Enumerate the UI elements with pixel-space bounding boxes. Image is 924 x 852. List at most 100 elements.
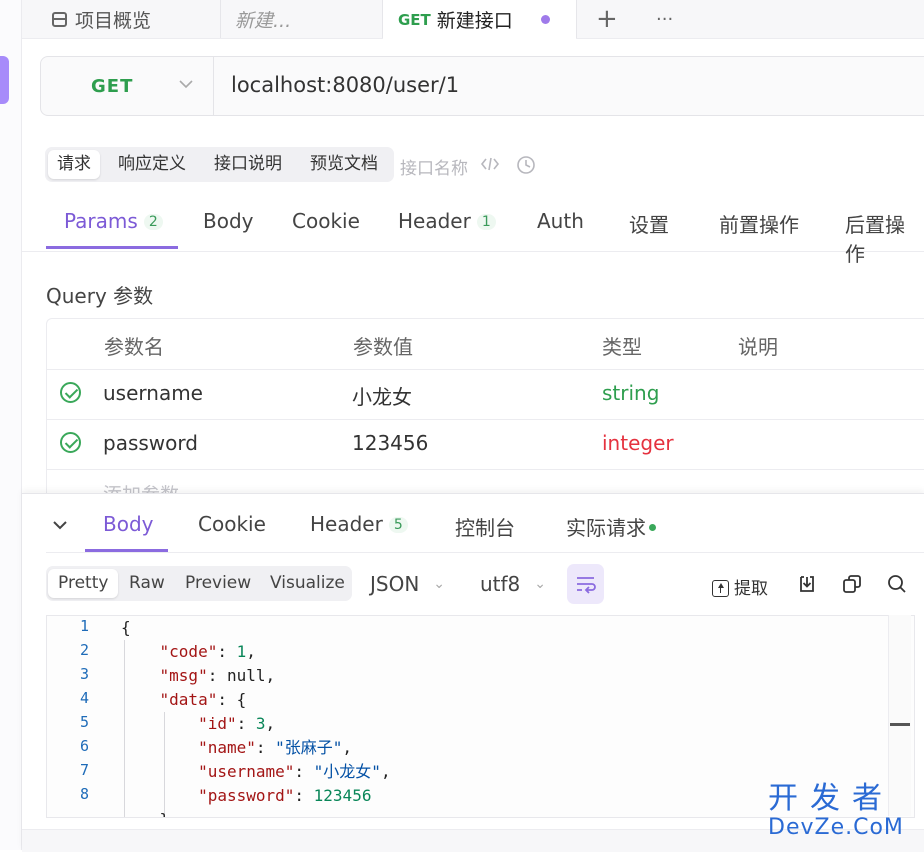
format-pretty[interactable]: Pretty — [48, 569, 119, 598]
tab-preview-doc[interactable]: 预览文档 — [301, 150, 387, 179]
line-number: 1 — [79, 617, 89, 635]
json-username-value: "小龙女" — [313, 762, 381, 781]
enabled-check-icon[interactable] — [60, 432, 81, 453]
column-header: 参数值 — [353, 335, 413, 359]
param-value[interactable]: 小龙女 — [352, 381, 412, 410]
extract-label: 提取 — [734, 579, 768, 599]
enabled-check-icon[interactable] — [60, 382, 81, 403]
column-header: 类型 — [602, 335, 642, 359]
json-name-value: "张麻子" — [275, 738, 343, 757]
column-header: 说明 — [738, 335, 778, 359]
sidebar-active-indicator[interactable] — [0, 56, 9, 104]
tab-label: 新建接口 — [436, 10, 513, 32]
chevron-down-icon[interactable] — [179, 77, 193, 93]
tab-pre-operations[interactable]: 前置操作 — [719, 209, 799, 238]
select-value: JSON — [370, 572, 420, 596]
tab-label: Header — [398, 209, 471, 233]
watermark-logo: 开发者 DevZe.CoM — [768, 782, 918, 840]
tab-settings[interactable]: 设置 — [629, 209, 669, 238]
json-id-value: 3 — [255, 714, 266, 733]
format-preview[interactable]: Preview — [175, 569, 261, 598]
url-bar: GET — [40, 56, 924, 116]
encoding-select[interactable]: utf8 ⌄ — [480, 572, 546, 596]
doc-mode-tabs: 请求 响应定义 接口说明 预览文档 — [45, 147, 394, 182]
header-count-badge: 5 — [388, 517, 408, 533]
tab-new-api[interactable]: GET 新建接口 — [383, 0, 576, 39]
line-number: 4 — [79, 689, 89, 707]
tab-auth[interactable]: Auth — [537, 209, 584, 233]
format-raw[interactable]: Raw — [119, 569, 175, 598]
column-header: 参数名 — [104, 335, 164, 359]
more-icon: ··· — [656, 8, 674, 30]
tab-response-definition[interactable]: 响应定义 — [109, 150, 195, 179]
param-name[interactable]: username — [103, 381, 203, 405]
tab-label: Header — [310, 512, 383, 536]
watermark-line2: DevZe.CoM — [768, 815, 904, 840]
query-params-title: Query 参数 — [46, 284, 154, 308]
json-msg-value: null — [226, 666, 266, 685]
response-type-select[interactable]: JSON ⌄ — [370, 572, 445, 596]
tab-response-body[interactable]: Body — [103, 512, 154, 536]
extract-button[interactable]: 提取 — [712, 574, 768, 599]
format-visualize[interactable]: Visualize — [260, 569, 355, 598]
tab-cookie[interactable]: Cookie — [292, 209, 360, 233]
tab-post-operations[interactable]: 后置操作 — [845, 209, 924, 267]
left-sidebar-strip — [0, 0, 22, 850]
search-icon[interactable] — [887, 574, 907, 598]
watermark-line1: 开发者 — [768, 781, 894, 816]
copy-icon[interactable] — [842, 574, 862, 598]
tab-label: 新建... — [235, 9, 292, 32]
active-tab-underline — [46, 246, 178, 249]
tab-header[interactable]: Header 1 — [398, 209, 496, 233]
more-tabs-button[interactable]: ··· — [656, 0, 673, 38]
tab-draft[interactable]: 新建... — [235, 0, 291, 38]
tab-api-description[interactable]: 接口说明 — [205, 150, 291, 179]
json-code-value: 1 — [236, 642, 247, 661]
tab-console[interactable]: 控制台 — [455, 512, 515, 541]
tab-bar: 项目概览 新建... GET 新建接口 + ··· — [22, 0, 924, 39]
table-header-row: 参数名 参数值 类型 说明 — [47, 319, 924, 370]
download-icon[interactable] — [797, 574, 817, 598]
status-dot-icon — [649, 524, 656, 531]
plus-icon: + — [596, 4, 618, 34]
json-password-value: 123456 — [313, 786, 372, 805]
format-tabs: Pretty Raw Preview Visualize — [46, 566, 352, 601]
history-icon[interactable] — [516, 155, 536, 179]
scroll-position-marker — [890, 723, 910, 726]
method-select[interactable]: GET — [91, 76, 133, 97]
extract-icon — [712, 580, 729, 597]
table-row: password 123456 integer — [47, 419, 924, 470]
tab-params[interactable]: Params 2 — [64, 209, 163, 233]
chevron-down-icon: ⌄ — [433, 576, 446, 592]
tab-response-header[interactable]: Header 5 — [310, 512, 408, 536]
json-code: { "code": 1, "msg": null, "data": { "id"… — [121, 618, 391, 817]
param-type[interactable]: integer — [602, 431, 674, 455]
tab-project-overview[interactable]: 项目概览 — [52, 0, 151, 38]
tab-body[interactable]: Body — [203, 209, 254, 233]
api-name-input[interactable]: 接口名称 — [400, 154, 468, 179]
param-type[interactable]: string — [602, 381, 659, 405]
param-value[interactable]: 123456 — [352, 431, 428, 455]
line-number: 6 — [79, 737, 89, 755]
tab-response-cookie[interactable]: Cookie — [198, 512, 266, 536]
line-number: 3 — [79, 665, 89, 683]
overview-icon — [52, 11, 67, 27]
url-input[interactable] — [231, 73, 831, 97]
add-tab-button[interactable]: + — [596, 0, 618, 38]
tab-actual-request[interactable]: 实际请求 — [566, 512, 656, 541]
line-number: 2 — [79, 641, 89, 659]
unsaved-dot-icon — [540, 15, 550, 24]
active-tab-underline — [85, 549, 168, 552]
tab-label: 实际请求 — [566, 516, 646, 540]
line-number: 7 — [79, 761, 89, 779]
header-count-badge: 1 — [476, 214, 496, 230]
word-wrap-button[interactable] — [567, 564, 604, 604]
param-name[interactable]: password — [103, 431, 198, 455]
tab-label: Params — [64, 209, 138, 233]
line-number: 8 — [79, 785, 89, 803]
select-value: utf8 — [480, 572, 521, 596]
tab-request[interactable]: 请求 — [48, 150, 100, 179]
collapse-chevron-icon[interactable] — [52, 516, 68, 535]
line-number-gutter: 1 2 3 4 5 6 7 8 — [47, 616, 107, 817]
code-icon[interactable] — [480, 155, 500, 177]
